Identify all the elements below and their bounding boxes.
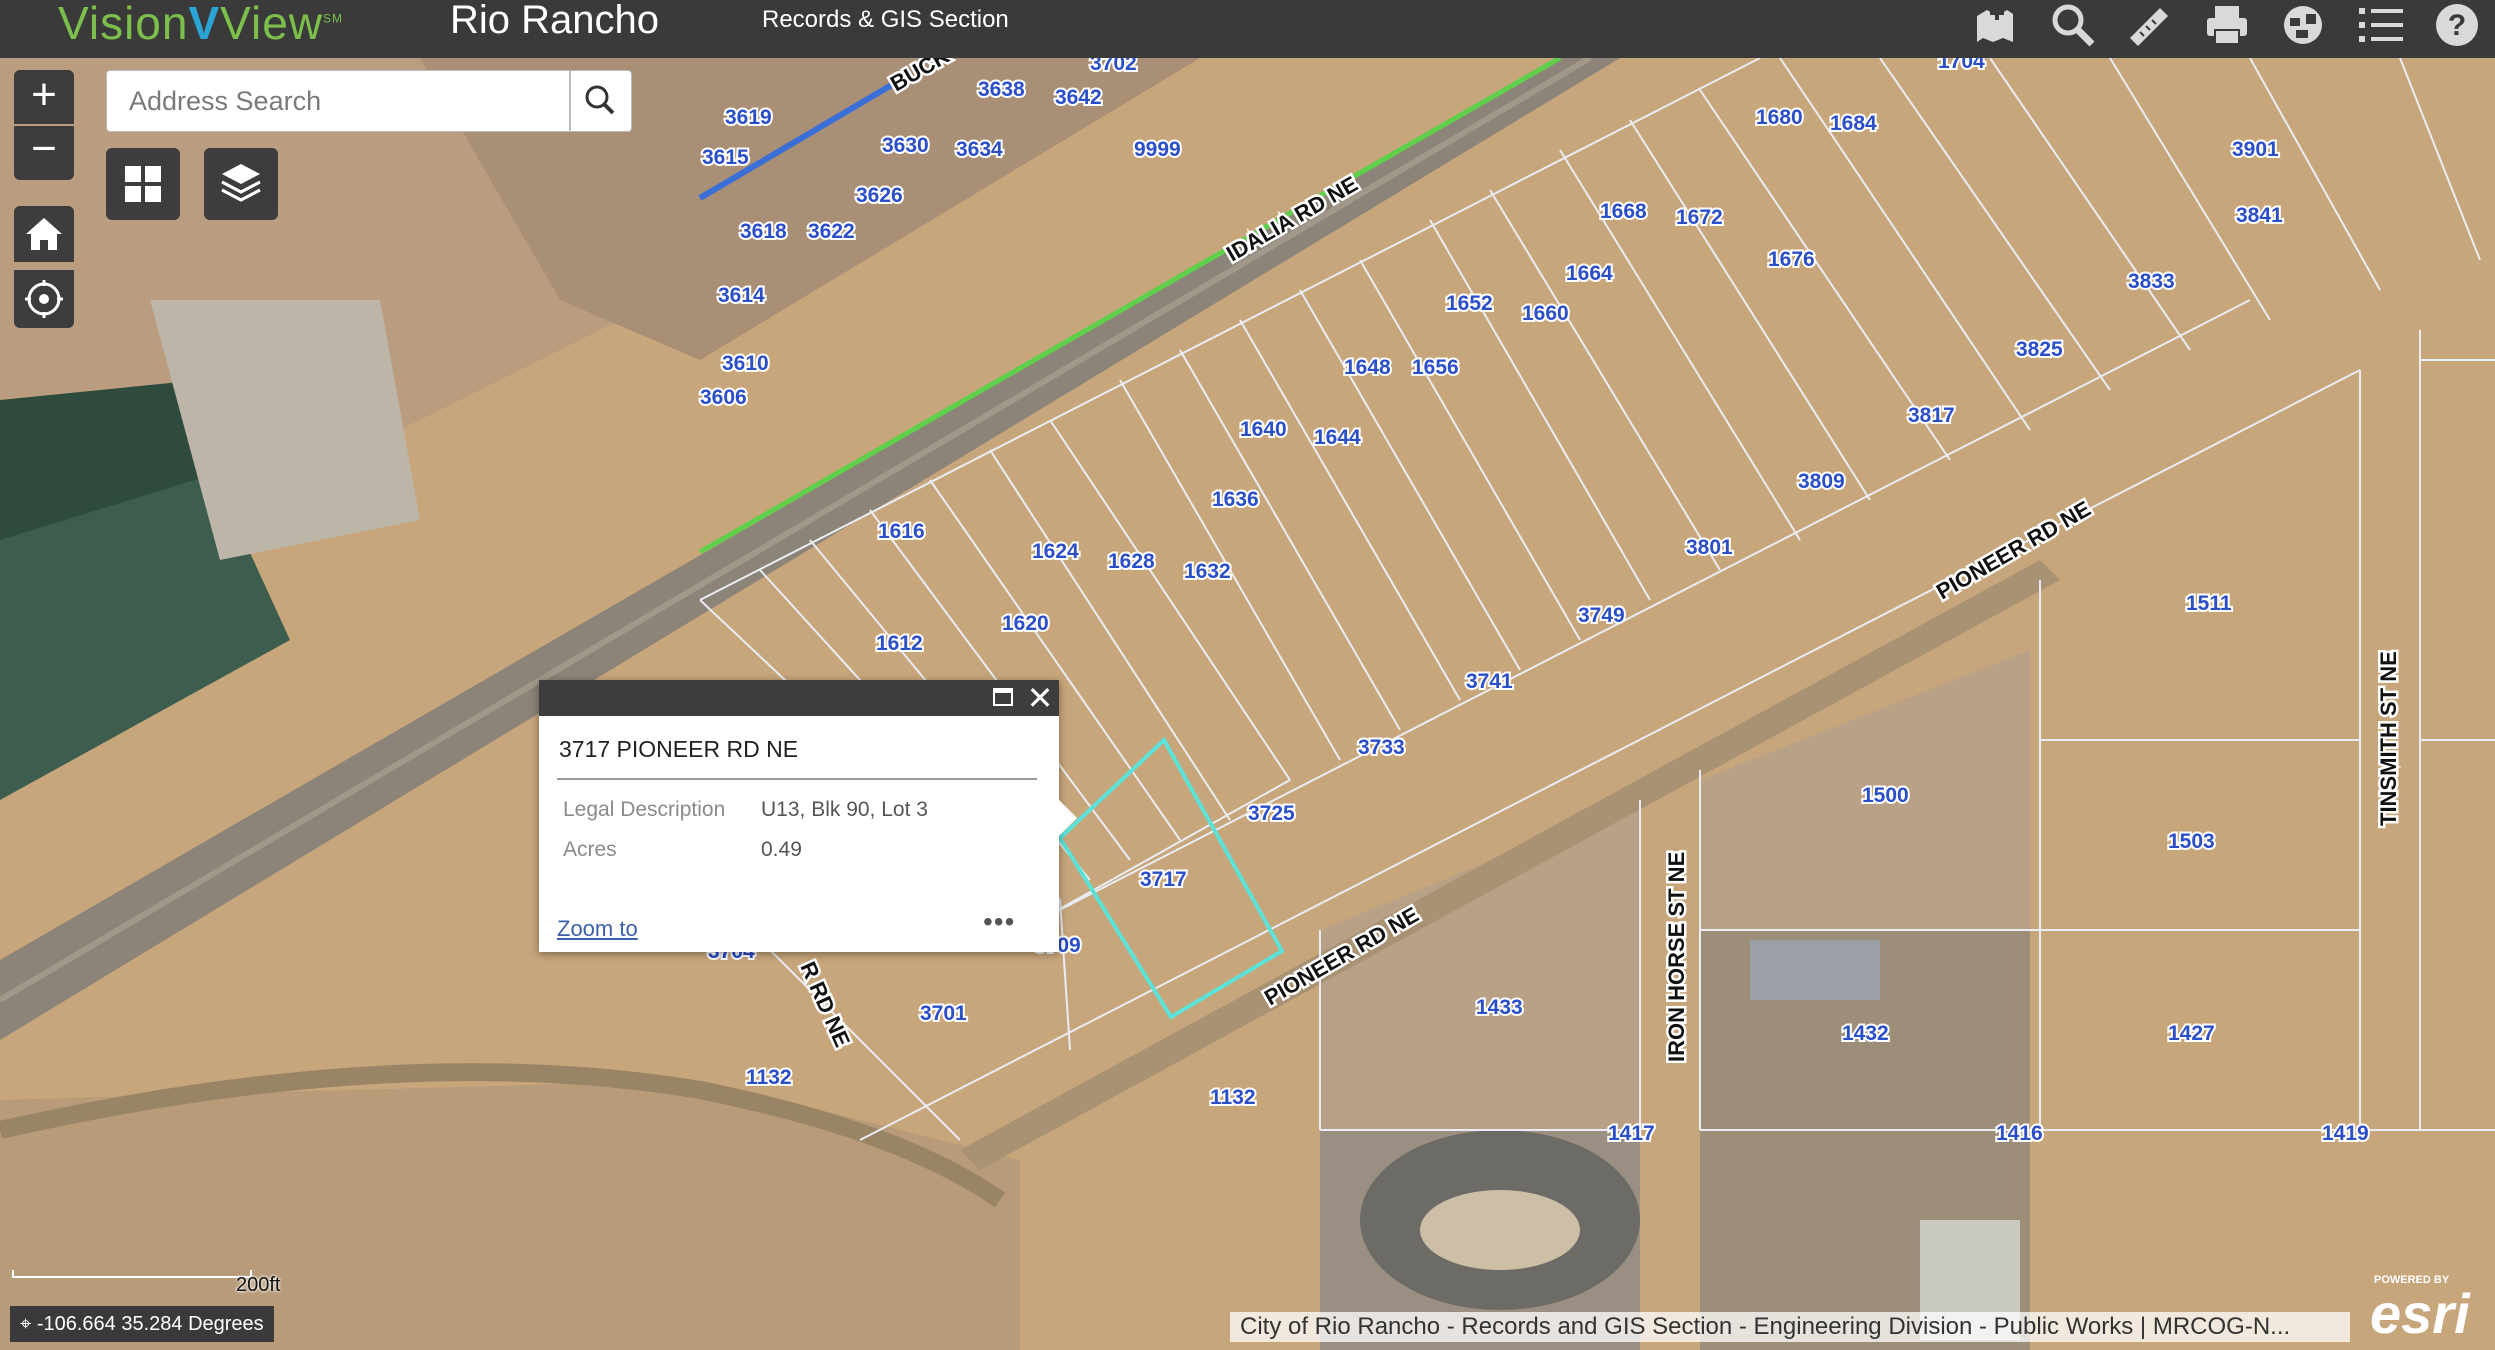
widget-grid-button[interactable]: [106, 148, 180, 220]
field-value: 0.49: [761, 838, 802, 861]
address-search-input[interactable]: Address Search: [106, 70, 570, 132]
search-icon: [585, 85, 615, 115]
field-value: U13, Blk 90, Lot 3: [761, 798, 928, 821]
grid-icon: [125, 166, 161, 202]
add-parcel-icon[interactable]: [1970, 2, 2020, 50]
zoom-out-button[interactable]: −: [14, 126, 74, 180]
parcel-popup: ✕ 3717 PIONEER RD NE Legal Description U…: [539, 680, 1059, 952]
layers-icon: [221, 164, 261, 202]
scale-bar: [12, 1270, 252, 1278]
city-title: Rio Rancho: [450, 0, 660, 42]
esri-logo: POWERED BY esri: [2370, 1274, 2470, 1345]
close-icon[interactable]: ✕: [1025, 680, 1055, 716]
aerial-map: [0, 58, 2495, 1350]
search-zoom-icon[interactable]: [2048, 2, 2098, 50]
measure-icon[interactable]: [2124, 2, 2174, 50]
map-view[interactable]: IDALIA RD NE PIONEER RD NE PIONEER RD NE…: [0, 58, 2495, 1350]
search-button[interactable]: [570, 70, 632, 132]
popup-divider: [557, 778, 1037, 780]
maximize-icon[interactable]: [993, 688, 1013, 706]
locate-button[interactable]: [14, 270, 74, 328]
popup-title: 3717 PIONEER RD NE: [559, 736, 799, 762]
section-title: Records & GIS Section: [762, 6, 1009, 33]
field-label: Legal Description: [563, 798, 726, 821]
app-logo: VisionVViewSM: [58, 0, 344, 49]
svg-text:?: ?: [2448, 9, 2466, 42]
layers-button[interactable]: [204, 148, 278, 220]
more-actions-button[interactable]: •••: [983, 906, 1015, 938]
home-icon: [26, 218, 62, 250]
list-icon[interactable]: [2356, 2, 2406, 50]
help-icon[interactable]: ?: [2432, 2, 2482, 50]
locate-icon: [25, 280, 63, 318]
basemap-icon[interactable]: [2278, 2, 2328, 50]
map-attribution[interactable]: City of Rio Rancho - Records and GIS Sec…: [1230, 1312, 2350, 1342]
zoom-to-link[interactable]: Zoom to: [557, 916, 638, 942]
popup-pointer: [1059, 800, 1077, 836]
crosshair-icon: ⌖: [20, 1313, 37, 1335]
home-button[interactable]: [14, 206, 74, 262]
zoom-in-button[interactable]: +: [14, 70, 74, 124]
app-header: VisionVViewSM Rio Rancho Records & GIS S…: [0, 0, 2495, 58]
coordinate-text: -106.664 35.284 Degrees: [36, 1313, 264, 1335]
field-label: Acres: [563, 838, 617, 861]
print-icon[interactable]: [2202, 2, 2252, 50]
coordinate-readout: ⌖ -106.664 35.284 Degrees: [10, 1306, 274, 1342]
scale-label: 200ft: [236, 1274, 281, 1296]
popup-header: ✕: [539, 680, 1059, 716]
